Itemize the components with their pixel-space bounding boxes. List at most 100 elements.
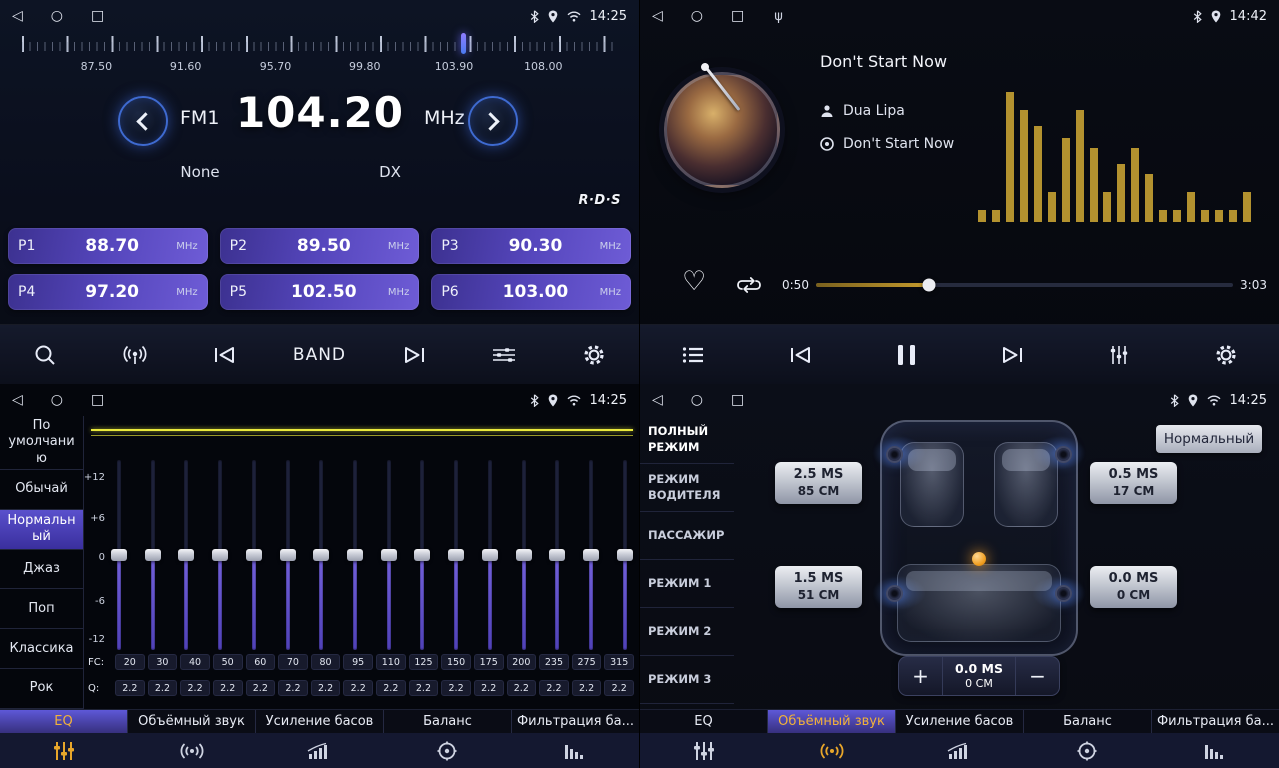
eq-slider-knob[interactable] [381,549,397,561]
preset-button-p2[interactable]: P2 89.50 MHz [220,228,420,264]
tab-eq[interactable]: EQ [0,710,128,733]
eq-preset-custom[interactable]: Обычай [0,470,83,510]
eq-slider-knob[interactable] [111,549,127,561]
rear-left-delay-button[interactable]: 1.5 MS 51 CM [775,566,862,608]
mode-full[interactable]: ПОЛНЫЙ РЕЖИМ [640,416,734,464]
eq-band-slider[interactable] [246,460,262,650]
nav-home-icon[interactable]: ○ [51,8,63,24]
preset-button-p5[interactable]: P5 102.50 MHz [220,274,420,310]
pause-icon[interactable] [885,345,927,365]
eq-preset-rock[interactable]: Рок [0,669,83,709]
eq-slider-knob[interactable] [280,549,296,561]
mode-passenger[interactable]: ПАССАЖИР [640,512,734,560]
frequency-ruler[interactable]: 87.50 91.60 95.70 99.80 103.90 108.00 [22,36,617,80]
eq-band-slider[interactable] [583,460,599,650]
eq-band-slider[interactable] [482,460,498,650]
eq-band-slider[interactable] [347,460,363,650]
eq-band-slider[interactable] [414,460,430,650]
surround-preset-button[interactable]: Нормальный [1156,425,1262,453]
tab-eq[interactable]: EQ [640,710,768,733]
eq-slider-knob[interactable] [145,549,161,561]
eq-slider-knob[interactable] [414,549,430,561]
nav-recents-icon[interactable]: □ [91,392,104,408]
eq-preset-classic[interactable]: Классика [0,629,83,669]
eq-band-slider[interactable] [178,460,194,650]
bass-boost-tab-icon[interactable] [256,733,384,768]
tab-surround[interactable]: Объёмный звук [128,710,256,733]
eq-band-slider[interactable] [313,460,329,650]
eq-preset-jazz[interactable]: Джаз [0,550,83,590]
eq-band-slider[interactable] [145,460,161,650]
progress-knob[interactable] [922,279,935,292]
tab-filter[interactable]: Фильтрация ба... [512,710,639,733]
listening-position-dot[interactable] [972,552,986,566]
audio-settings-icon[interactable] [483,346,525,364]
delay-decrease-button[interactable]: − [1015,657,1059,695]
repeat-icon[interactable] [736,276,762,298]
eq-slider-knob[interactable] [448,549,464,561]
tab-surround[interactable]: Объёмный звук [768,710,896,733]
preset-button-p4[interactable]: P4 97.20 MHz [8,274,208,310]
previous-track-icon[interactable] [779,346,821,364]
eq-band-slider[interactable] [111,460,127,650]
seek-bar[interactable] [816,283,1233,287]
preset-button-p6[interactable]: P6 103.00 MHz [431,274,631,310]
scan-icon[interactable] [24,343,66,367]
eq-slider-knob[interactable] [347,549,363,561]
next-station-icon[interactable] [394,346,436,364]
eq-tab-icon[interactable] [640,733,768,768]
settings-gear-icon[interactable] [573,343,615,367]
eq-slider-knob[interactable] [246,549,262,561]
eq-preset-normal[interactable]: Нормальный [0,510,83,550]
rear-left-speaker-icon[interactable] [886,585,903,602]
eq-preset-default[interactable]: По умолчанию [0,416,83,470]
broadcast-icon[interactable] [114,345,156,365]
eq-preset-pop[interactable]: Поп [0,589,83,629]
tune-up-button[interactable] [468,96,518,146]
nav-home-icon[interactable]: ○ [691,8,703,24]
filter-tab-icon[interactable] [1151,733,1279,768]
tune-down-button[interactable] [118,96,168,146]
mode-3[interactable]: РЕЖИМ 3 [640,656,734,704]
preset-button-p1[interactable]: P1 88.70 MHz [8,228,208,264]
eq-tab-icon[interactable] [0,733,128,768]
tuning-needle[interactable] [461,33,466,54]
eq-slider-knob[interactable] [583,549,599,561]
next-track-icon[interactable] [992,346,1034,364]
front-left-delay-button[interactable]: 2.5 MS 85 CM [775,462,862,504]
eq-band-slider[interactable] [381,460,397,650]
front-left-speaker-icon[interactable] [886,446,903,463]
mixer-icon[interactable] [1098,345,1140,365]
eq-band-slider[interactable] [280,460,296,650]
tab-filter[interactable]: Фильтрация ба... [1152,710,1279,733]
eq-slider-knob[interactable] [549,549,565,561]
nav-back-icon[interactable]: ◁ [652,8,663,24]
favorite-icon[interactable]: ♡ [682,268,706,295]
nav-recents-icon[interactable]: □ [731,8,744,24]
balance-tab-icon[interactable] [1023,733,1151,768]
eq-slider-knob[interactable] [178,549,194,561]
eq-band-slider[interactable] [617,460,633,650]
tab-balance[interactable]: Баланс [384,710,512,733]
nav-recents-icon[interactable]: □ [91,8,104,24]
eq-band-slider[interactable] [549,460,565,650]
rear-right-speaker-icon[interactable] [1055,585,1072,602]
previous-station-icon[interactable] [203,346,245,364]
eq-slider-knob[interactable] [482,549,498,561]
playlist-icon[interactable] [672,346,714,364]
nav-home-icon[interactable]: ○ [51,392,63,408]
surround-tab-icon[interactable] [768,733,896,768]
preset-button-p3[interactable]: P3 90.30 MHz [431,228,631,264]
eq-slider-knob[interactable] [313,549,329,561]
eq-slider-knob[interactable] [617,549,633,561]
eq-band-slider[interactable] [448,460,464,650]
nav-back-icon[interactable]: ◁ [12,392,23,408]
mode-driver[interactable]: РЕЖИМ ВОДИТЕЛЯ [640,464,734,512]
tab-bass-boost[interactable]: Усиление басов [896,710,1024,733]
balance-tab-icon[interactable] [383,733,511,768]
mode-2[interactable]: РЕЖИМ 2 [640,608,734,656]
eq-slider-knob[interactable] [516,549,532,561]
rear-right-delay-button[interactable]: 0.0 MS 0 CM [1090,566,1177,608]
nav-recents-icon[interactable]: □ [731,392,744,408]
filter-tab-icon[interactable] [511,733,639,768]
